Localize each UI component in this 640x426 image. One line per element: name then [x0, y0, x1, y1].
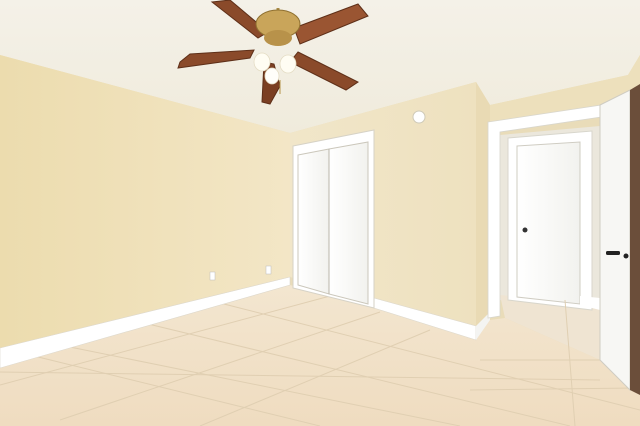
closet-door-left[interactable]	[297, 148, 330, 295]
light-bulb	[253, 52, 271, 72]
light-bulb	[279, 54, 297, 74]
closet-door-right[interactable]	[328, 141, 369, 305]
open-door-edge	[630, 84, 640, 395]
door-handle[interactable]	[606, 251, 620, 255]
wall-outlet	[265, 265, 272, 275]
door-knob[interactable]	[522, 227, 528, 233]
door-lock-icon	[623, 253, 629, 259]
open-door[interactable]	[599, 89, 631, 392]
light-bulb	[264, 67, 280, 85]
hallway-door[interactable]	[516, 141, 581, 305]
room-photo	[0, 0, 640, 426]
smoke-detector-icon	[412, 110, 426, 124]
wall-outlet	[209, 271, 216, 281]
